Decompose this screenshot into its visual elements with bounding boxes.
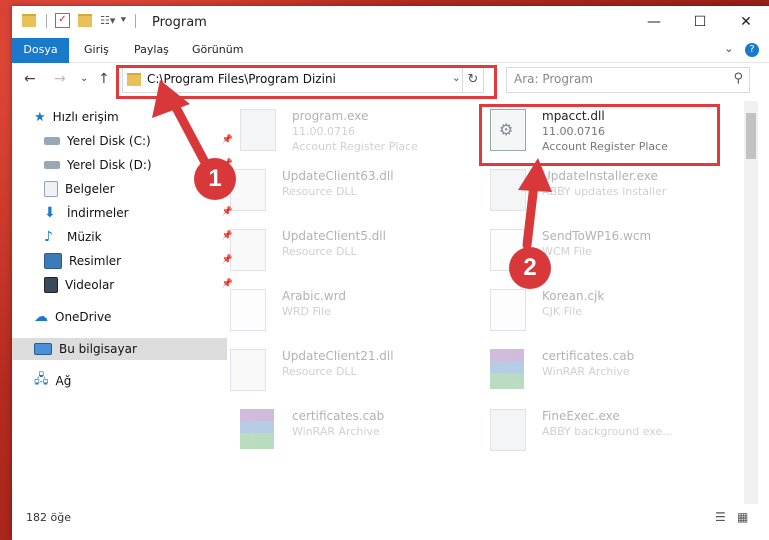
annotation-arrows [152, 80, 552, 250]
arrow-1-head [152, 80, 190, 118]
arrow-2 [522, 180, 539, 250]
callout-1: 1 [194, 158, 236, 200]
arrow-2-head [518, 158, 552, 192]
arrow-1 [167, 95, 213, 173]
callout-2: 2 [509, 247, 551, 289]
